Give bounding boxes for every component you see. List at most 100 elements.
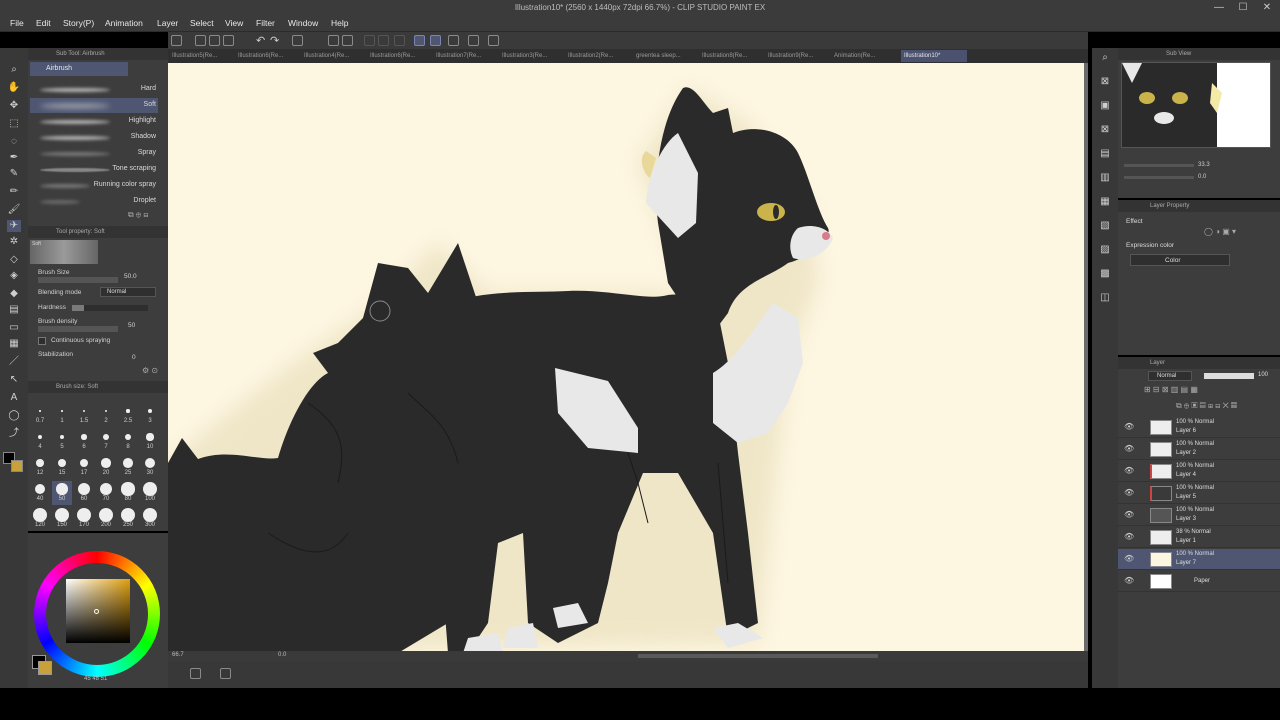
fit-canvas-icon[interactable] [190,668,201,679]
brush-size-cell[interactable]: 70 [96,481,116,505]
menu-filter[interactable]: Filter [256,18,275,28]
brush-size-cell[interactable]: 1 [52,403,72,427]
eye-icon[interactable]: 👁 [1124,532,1134,541]
continuous-spraying-checkbox[interactable] [38,337,46,345]
brush-size-cell[interactable]: 7 [96,429,116,453]
brush-size-cell[interactable]: 17 [74,455,94,479]
color-set-icon[interactable]: ▩ [1098,268,1112,280]
brush-size-cell[interactable]: 60 [74,481,94,505]
close-button[interactable]: ✕ [1256,1,1278,15]
menu-view[interactable]: View [225,18,243,28]
layer-row-selected[interactable]: 👁 100 % Normal Layer 7 [1118,549,1280,570]
search-icon[interactable]: ⌕ [1098,52,1112,64]
layer-opacity-slider[interactable] [1204,373,1254,379]
brush-highlight[interactable]: Highlight [30,114,158,129]
undo-icon[interactable]: ↶ [256,34,265,47]
tab-illustration6b[interactable]: Illustration6(Re... [370,50,430,62]
crop-icon[interactable] [394,35,405,46]
sub-view-zoom[interactable]: 33.3 [1198,162,1210,168]
brush-spray[interactable]: Spray [30,146,158,161]
menu-help[interactable]: Help [331,18,348,28]
subtool-menu-icons[interactable]: ⧉ ⊕ ⊟ [128,210,148,220]
layer-blend-mode-select[interactable]: Normal [1148,371,1192,381]
navigator-icon[interactable]: ⊠ [1098,76,1112,88]
brush-running-color-spray[interactable]: Running color spray [30,178,158,193]
sub-color-swatch[interactable] [11,460,23,472]
canvas-viewport[interactable] [168,63,1088,653]
hand-tool-icon[interactable]: ✋ [7,82,21,94]
eye-icon[interactable]: 👁 [1124,576,1134,585]
pencil-tool-icon[interactable]: ✏ [7,186,21,198]
eye-icon[interactable]: 👁 [1124,510,1134,519]
brush-size-cell[interactable]: 200 [96,507,116,531]
sub-view-angle[interactable]: 0.0 [1198,174,1206,180]
grid-view-icon[interactable] [220,668,231,679]
brush-size-cell[interactable]: 250 [118,507,138,531]
brush-shadow[interactable]: Shadow [30,130,158,145]
menu-animation[interactable]: Animation [105,18,143,28]
eraser-tool-icon[interactable]: ◇ [7,254,21,266]
eyedropper-tool-icon[interactable]: ✒ [7,152,21,164]
tab-illustration6[interactable]: Illustration6(Re... [238,50,298,62]
brush-size-cell[interactable]: 120 [30,507,50,531]
layer-action-icons[interactable]: ⧉ ⊕ ▣ ▤ ⊞ ⊟ ✕ ▦ [1176,401,1237,411]
brush-size-slider[interactable] [38,277,118,283]
fill-icon[interactable] [328,35,339,46]
sub-view-zoom-slider[interactable] [1124,164,1194,167]
view-icon[interactable] [488,35,499,46]
brush-size-cell[interactable]: 100 [140,481,160,505]
layer-row[interactable]: 👁 100 % Normal Layer 4 [1118,461,1280,482]
sub-view-angle-slider[interactable] [1124,176,1194,179]
correct-line-tool-icon[interactable]: ⤴ [7,428,21,440]
blending-mode-select[interactable]: Normal [100,287,156,297]
brush-size-cell[interactable]: 15 [52,455,72,479]
maximize-button[interactable]: ☐ [1232,1,1254,15]
text-tool-icon[interactable]: A [7,392,21,404]
snap-grid-icon[interactable] [448,35,459,46]
brush-size-cell[interactable]: 10 [140,429,160,453]
menu-select[interactable]: Select [190,18,214,28]
layer-effect-icons[interactable]: ◯ ◑ ▣ ▾ [1204,227,1236,236]
clip-studio-icon[interactable] [171,35,182,46]
brush-size-cell[interactable]: 30 [140,455,160,479]
brush-size-cell[interactable]: 0.7 [30,403,50,427]
figure-tool-icon[interactable]: ▭ [7,322,21,334]
settings-icon[interactable] [468,35,479,46]
balloon-tool-icon[interactable]: ◯ [7,410,21,422]
invert-selection-icon[interactable] [378,35,389,46]
select-tool-icon[interactable]: ⬚ [7,118,21,130]
tab-illustration9[interactable]: Illustration9(Re... [768,50,828,62]
layer-row[interactable]: 👁 100 % Normal Layer 3 [1118,505,1280,526]
item-bank-icon[interactable]: ▤ [1098,148,1112,160]
operation-tool-icon[interactable]: ↖ [7,374,21,386]
tool-property-settings-icon[interactable]: ⚙ ⊙ [142,366,158,375]
subtool-group-airbrush[interactable]: Airbrush [30,62,128,76]
tab-illustration4[interactable]: Illustration4(Re... [304,50,364,62]
tab-illustration2[interactable]: Illustration2(Re... [568,50,628,62]
layer-row[interactable]: 👁 38 % Normal Layer 1 [1118,527,1280,548]
menu-story[interactable]: Story(P) [63,18,94,28]
menu-edit[interactable]: Edit [36,18,51,28]
color-picker-cursor[interactable] [94,609,99,614]
brush-size-cell[interactable]: 170 [74,507,94,531]
fill-tool-icon[interactable]: ◆ [7,288,21,300]
eye-icon[interactable]: 👁 [1124,444,1134,453]
layer-row[interactable]: 👁 100 % Normal Layer 2 [1118,439,1280,460]
timeline-icon[interactable]: ▥ [1098,172,1112,184]
save-icon[interactable] [223,35,234,46]
brush-size-cell[interactable]: 8 [118,429,138,453]
expression-color-select[interactable]: Color [1130,254,1230,266]
layer-search-icon[interactable]: ▧ [1098,220,1112,232]
tab-greentea[interactable]: greentea sleep... [636,50,696,62]
clear-icon[interactable] [292,35,303,46]
tab-illustration5[interactable]: Illustration5(Re... [172,50,232,62]
brush-size-value[interactable]: 50.0 [124,273,137,280]
decoration-tool-icon[interactable]: ✲ [7,236,21,248]
deselect-icon[interactable] [364,35,375,46]
move-tool-icon[interactable]: ✥ [7,100,21,112]
drawing-canvas[interactable] [168,63,1084,653]
brush-size-cell[interactable]: 300 [140,507,160,531]
brush-size-cell[interactable]: 3 [140,403,160,427]
sub-color-chip[interactable] [38,661,52,675]
brush-size-cell[interactable]: 40 [30,481,50,505]
